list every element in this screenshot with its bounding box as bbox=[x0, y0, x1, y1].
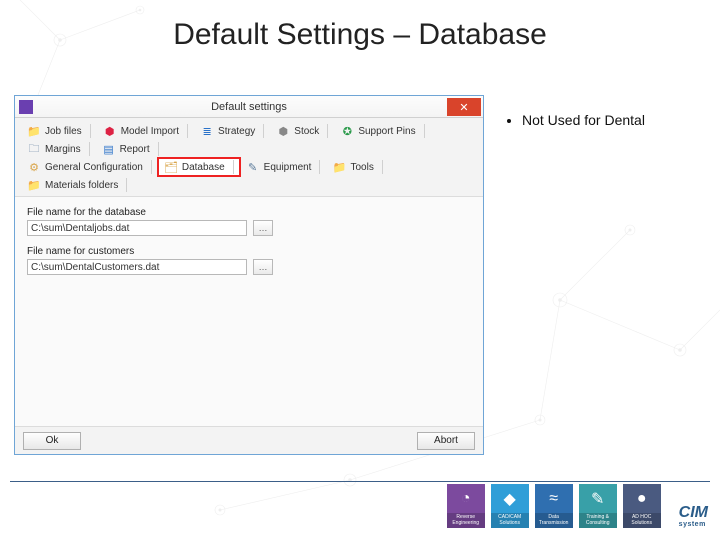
footer-tile-icon: ≈ bbox=[535, 484, 573, 513]
tab-equipment[interactable]: ✎ Equipment bbox=[240, 158, 327, 176]
database-file-input[interactable] bbox=[27, 220, 247, 236]
tab-report-label: Report bbox=[120, 144, 150, 155]
brand-logo: CIM system bbox=[679, 505, 708, 528]
close-button[interactable]: ✕ bbox=[447, 98, 481, 116]
dialog-footer: Ok Abort bbox=[15, 426, 483, 454]
tab-model-import-label: Model Import bbox=[121, 126, 179, 137]
tab-equipment-icon: ✎ bbox=[246, 161, 260, 173]
tab-stock-label: Stock bbox=[294, 126, 319, 137]
tab-general-config-icon: ⚙ bbox=[27, 161, 41, 173]
note-bullet: Not Used for Dental bbox=[522, 112, 704, 128]
slide-notes: Not Used for Dental bbox=[504, 112, 704, 128]
default-settings-dialog: Default settings ✕ 📁 Job files ⬢ Model Impo… bbox=[14, 95, 484, 455]
tab-general-config[interactable]: ⚙ General Configuration bbox=[21, 158, 158, 176]
footer-tile-icon: ◆ bbox=[491, 484, 529, 513]
tab-stock[interactable]: ⬢ Stock bbox=[270, 122, 334, 140]
tab-tools-label: Tools bbox=[350, 162, 373, 173]
footer-logos: ◔Reverse Engineering◆CAD/CAM Solutions≈D… bbox=[447, 484, 708, 528]
dialog-titlebar[interactable]: Default settings ✕ bbox=[15, 96, 483, 118]
tab-report-icon: ▤ bbox=[102, 143, 116, 155]
tab-equipment-label: Equipment bbox=[264, 162, 312, 173]
database-file-label: File name for the database bbox=[27, 207, 471, 218]
tab-stock-icon: ⬢ bbox=[276, 125, 290, 137]
tab-materials-icon: 📁 bbox=[27, 179, 41, 191]
footer-tile-label: Reverse Engineering bbox=[447, 513, 485, 528]
brand-subtitle: system bbox=[679, 521, 706, 528]
footer-tile: ●AD HOC Solutions bbox=[623, 484, 661, 528]
browse-database-button[interactable]: … bbox=[253, 220, 273, 236]
browse-customers-button[interactable]: … bbox=[253, 259, 273, 275]
footer-tile-label: Data Transmission bbox=[535, 513, 573, 528]
tab-report[interactable]: ▤ Report bbox=[96, 140, 165, 158]
footer-tile-icon: ● bbox=[623, 484, 661, 513]
tab-database-icon: 🗂 bbox=[164, 161, 178, 173]
tab-job-files-label: Job files bbox=[45, 126, 82, 137]
brand-name: CIM bbox=[679, 505, 708, 521]
tab-tools[interactable]: 📁 Tools bbox=[326, 158, 388, 176]
tab-general-config-label: General Configuration bbox=[45, 162, 143, 173]
tab-support-pins[interactable]: ✪ Support Pins bbox=[334, 122, 430, 140]
tab-margins-label: Margins bbox=[45, 144, 81, 155]
tab-model-import[interactable]: ⬢ Model Import bbox=[97, 122, 194, 140]
ok-button[interactable]: Ok bbox=[23, 432, 81, 450]
tab-job-files-icon: 📁 bbox=[27, 125, 41, 137]
footer-tile-label: AD HOC Solutions bbox=[623, 513, 661, 528]
tab-margins-icon: 🗀 bbox=[27, 143, 41, 155]
footer-tile-icon: ✎ bbox=[579, 484, 617, 513]
footer-tile: ◔Reverse Engineering bbox=[447, 484, 485, 528]
dialog-title: Default settings bbox=[15, 101, 483, 113]
tab-support-pins-label: Support Pins bbox=[358, 126, 415, 137]
customers-file-label: File name for customers bbox=[27, 246, 471, 257]
tab-strategy-label: Strategy bbox=[218, 126, 255, 137]
customers-file-input[interactable] bbox=[27, 259, 247, 275]
tab-strip: 📁 Job files ⬢ Model Import ≣ Strategy ⬢ Stock ✪ S… bbox=[15, 118, 483, 197]
abort-button[interactable]: Abort bbox=[417, 432, 475, 450]
footer-rule bbox=[10, 481, 710, 482]
tab-database-label: Database bbox=[182, 162, 225, 173]
database-tab-panel: File name for the database … File name f… bbox=[15, 197, 483, 426]
tab-job-files[interactable]: 📁 Job files bbox=[21, 122, 97, 140]
tab-tools-icon: 📁 bbox=[332, 161, 346, 173]
footer-tile-icon: ◔ bbox=[447, 484, 485, 513]
tab-database[interactable]: 🗂 Database bbox=[158, 158, 240, 176]
footer-tile: ≈Data Transmission bbox=[535, 484, 573, 528]
tab-materials-label: Materials folders bbox=[45, 180, 118, 191]
tab-model-import-icon: ⬢ bbox=[103, 125, 117, 137]
tab-strategy-icon: ≣ bbox=[200, 125, 214, 137]
footer-tile-label: Training & Consulting bbox=[579, 513, 617, 528]
tab-materials[interactable]: 📁 Materials folders bbox=[21, 176, 133, 194]
app-icon bbox=[19, 100, 33, 114]
tab-strategy[interactable]: ≣ Strategy bbox=[194, 122, 270, 140]
footer-tile: ✎Training & Consulting bbox=[579, 484, 617, 528]
footer-tile-label: CAD/CAM Solutions bbox=[491, 513, 529, 528]
tab-support-pins-icon: ✪ bbox=[340, 125, 354, 137]
footer-tile: ◆CAD/CAM Solutions bbox=[491, 484, 529, 528]
tab-margins[interactable]: 🗀 Margins bbox=[21, 140, 96, 158]
slide-title: Default Settings – Database bbox=[0, 18, 720, 52]
